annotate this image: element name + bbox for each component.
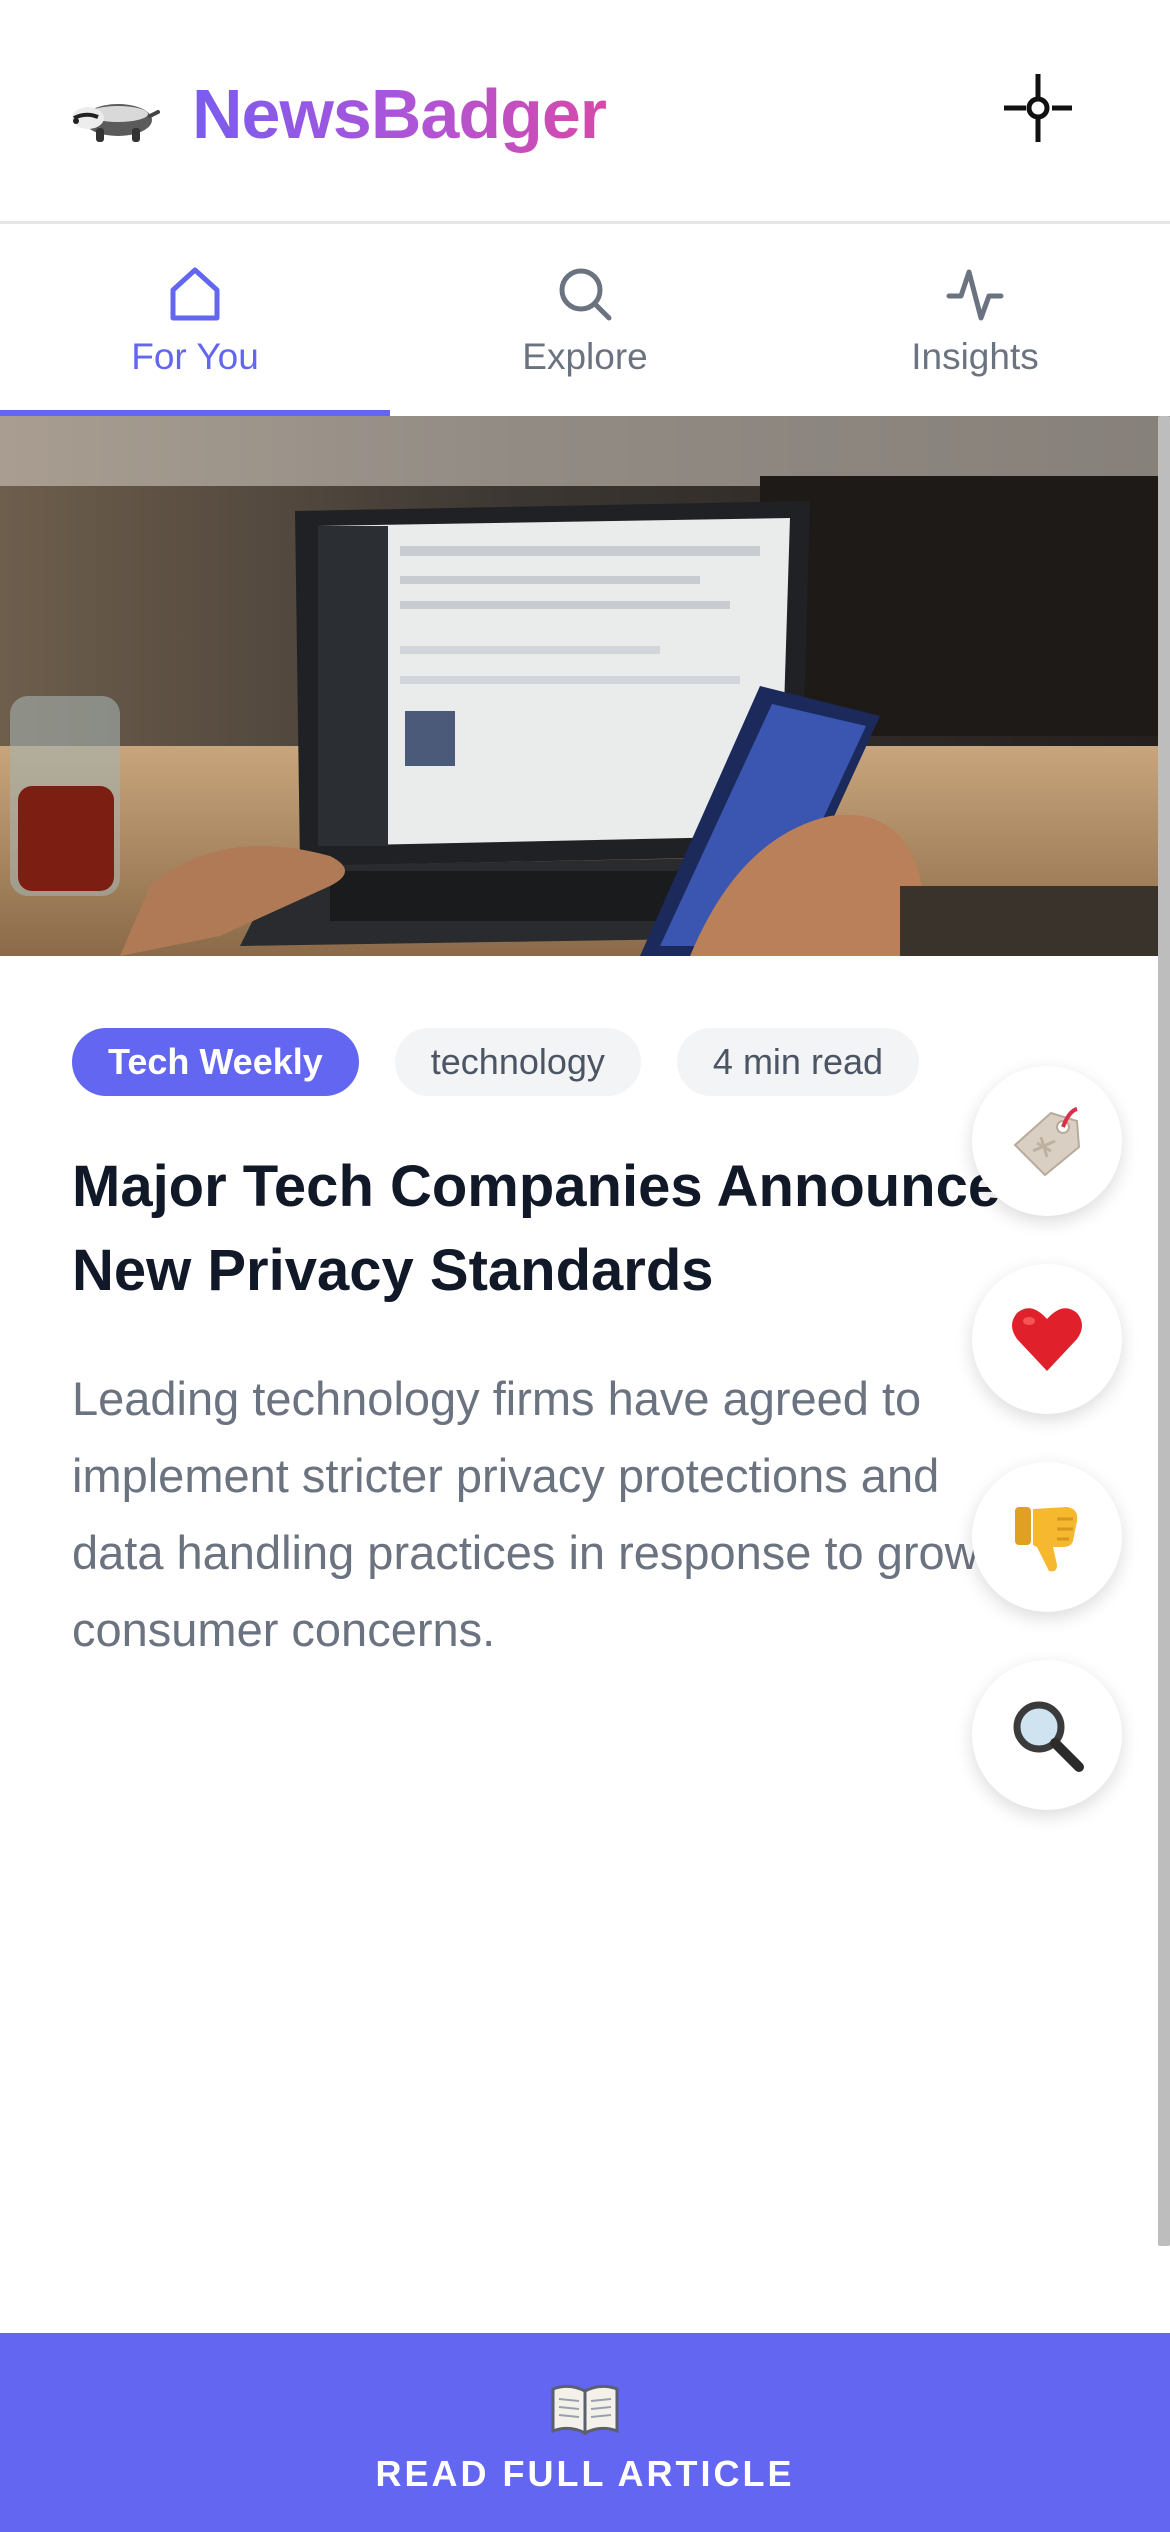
home-icon (170, 267, 220, 321)
summary-line: Leading technology firms have agreed to (72, 1372, 922, 1425)
tab-for-you-label: For You (131, 336, 259, 377)
read-time-badge: 4 min read (676, 1028, 920, 1096)
magnifier-icon (1013, 1701, 1084, 1772)
read-full-article-button[interactable]: READ FULL ARTICLE (0, 2333, 1170, 2532)
source-badge[interactable]: Tech Weekly (72, 1028, 359, 1096)
app-screen: NewsBadger For You Explore Insights Tech… (0, 0, 1170, 2532)
article-tags: Tech Weekly technology 4 min read (72, 1028, 920, 1096)
app-header: NewsBadger (0, 0, 1170, 224)
save-button[interactable] (972, 1066, 1122, 1216)
app-title: NewsBadger (192, 72, 607, 156)
badger-icon (72, 104, 160, 142)
tab-explore-label: Explore (522, 336, 648, 377)
article-headline: Major Tech Companies Announce New Privac… (72, 1145, 1132, 1313)
summary-line: implement stricter privacy protections a… (72, 1449, 940, 1502)
search-button[interactable] (972, 1660, 1122, 1810)
tab-insights[interactable]: Insights (780, 226, 1170, 416)
like-button[interactable] (972, 1264, 1122, 1414)
summary-line: consumer concerns. (72, 1603, 496, 1656)
headline-line: New Privacy Standards (72, 1238, 714, 1303)
tab-for-you[interactable]: For You (0, 226, 390, 416)
dislike-button[interactable] (972, 1462, 1122, 1612)
tab-explore[interactable]: Explore (390, 226, 780, 416)
tab-insights-label: Insights (911, 336, 1039, 377)
article-photo (0, 416, 1170, 956)
article-image[interactable] (0, 416, 1170, 956)
tab-bar: For You Explore Insights (0, 226, 1170, 416)
focus-target-icon[interactable] (1000, 70, 1076, 146)
heart-icon (1012, 1308, 1082, 1371)
cta-label: READ FULL ARTICLE (375, 2453, 795, 2494)
thumbs-down-icon (1015, 1507, 1078, 1572)
open-book-icon (551, 2384, 619, 2436)
search-icon (559, 268, 612, 321)
scrollbar[interactable] (1158, 416, 1170, 2246)
category-badge[interactable]: technology (394, 1028, 641, 1096)
tag-icon (1013, 1107, 1081, 1177)
article-summary: Leading technology firms have agreed to … (72, 1360, 1132, 1668)
activity-icon (946, 269, 1004, 321)
